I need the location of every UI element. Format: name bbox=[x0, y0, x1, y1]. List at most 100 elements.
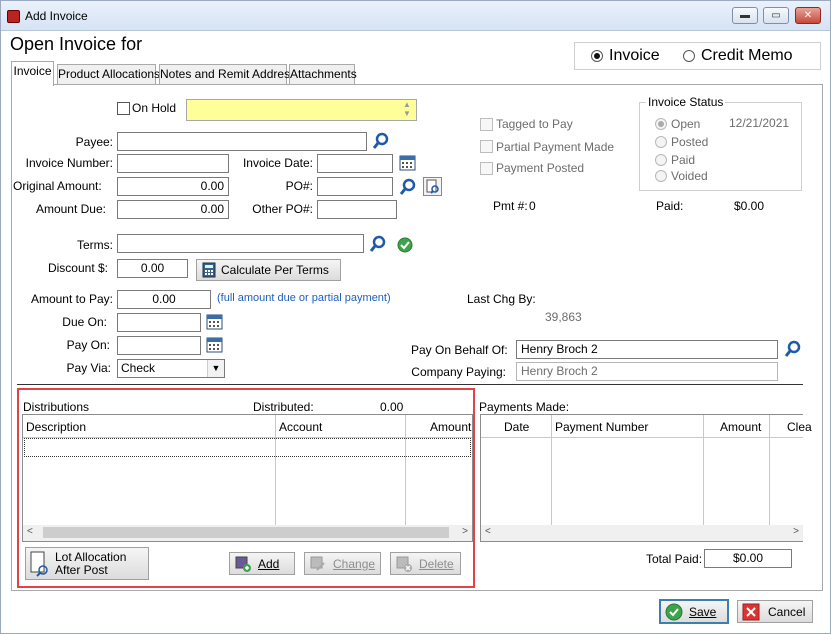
spin-arrows-icon[interactable]: ▲ ▼ bbox=[403, 100, 411, 118]
delete-label: Delete bbox=[419, 556, 454, 571]
original-amount-field[interactable]: 0.00 bbox=[117, 177, 229, 196]
paid-value: $0.00 bbox=[734, 199, 765, 213]
pay-via-value: Check bbox=[121, 361, 156, 375]
scroll-left-icon[interactable]: < bbox=[27, 526, 33, 537]
partial-payment-checkbox[interactable] bbox=[480, 140, 493, 153]
pmt-number-value: 0 bbox=[529, 199, 536, 213]
due-on-label: Due On: bbox=[62, 315, 107, 329]
invoice-radio-label[interactable]: Invoice bbox=[609, 47, 660, 65]
page-title: Open Invoice for bbox=[10, 34, 143, 54]
status-date: 12/21/2021 bbox=[729, 116, 790, 130]
payee-field[interactable] bbox=[117, 132, 367, 151]
total-paid-field[interactable]: $0.00 bbox=[704, 549, 792, 568]
po-lookup-icon[interactable] bbox=[423, 177, 442, 196]
calculate-per-terms-button[interactable]: Calculate Per Terms bbox=[196, 259, 341, 281]
column-payment-amount[interactable]: Amount bbox=[720, 420, 761, 434]
on-hold-checkbox[interactable] bbox=[117, 102, 130, 115]
due-on-calendar-icon[interactable] bbox=[205, 312, 224, 331]
horizontal-scrollbar[interactable]: < > bbox=[23, 525, 472, 541]
terms-field[interactable] bbox=[117, 234, 364, 253]
change-label: Change bbox=[333, 556, 376, 571]
pay-on-behalf-label: Pay On Behalf Of: bbox=[411, 343, 508, 357]
scroll-right-icon[interactable]: > bbox=[793, 526, 799, 537]
tagged-to-pay-label: Tagged to Pay bbox=[496, 117, 573, 131]
pay-on-calendar-icon[interactable] bbox=[205, 335, 224, 354]
status-posted-radio[interactable] bbox=[655, 136, 667, 148]
calendar-icon[interactable] bbox=[398, 153, 417, 172]
pay-on-behalf-field[interactable]: Henry Broch 2 bbox=[516, 340, 778, 359]
payment-posted-checkbox[interactable] bbox=[480, 162, 493, 175]
scroll-left-icon[interactable]: < bbox=[485, 526, 491, 537]
terms-search-icon[interactable] bbox=[368, 234, 387, 253]
invoice-number-field[interactable] bbox=[117, 154, 229, 173]
chevron-down-icon[interactable]: ▼ bbox=[207, 360, 224, 377]
payments-scrollbar[interactable]: < > bbox=[481, 525, 803, 541]
po-search-icon[interactable] bbox=[398, 177, 417, 196]
distributions-grid[interactable]: Description Account Amount < > bbox=[22, 414, 473, 542]
terms-ok-icon[interactable] bbox=[395, 235, 414, 254]
po-label: PO#: bbox=[285, 179, 313, 193]
cancel-icon bbox=[742, 603, 760, 620]
maximize-button[interactable]: ▭ bbox=[763, 7, 789, 24]
change-distribution-button[interactable]: Change bbox=[304, 552, 381, 575]
amount-due-field[interactable]: 0.00 bbox=[117, 200, 229, 219]
tab-notes-remit[interactable]: Notes and Remit Address bbox=[159, 64, 296, 84]
add-distribution-button[interactable]: Add bbox=[229, 552, 295, 575]
hold-note-field[interactable] bbox=[186, 99, 417, 121]
grid-header-line bbox=[481, 437, 803, 438]
calculate-per-terms-label: Calculate Per Terms bbox=[221, 263, 329, 277]
other-po-field[interactable] bbox=[317, 200, 397, 219]
save-button[interactable]: Save bbox=[659, 599, 729, 624]
credit-memo-radio-label[interactable]: Credit Memo bbox=[701, 47, 793, 65]
lot-allocation-button[interactable]: Lot Allocation After Post bbox=[25, 547, 149, 580]
grid-divider bbox=[275, 415, 276, 525]
payments-grid[interactable]: Date Payment Number Amount Clea < > bbox=[480, 414, 812, 542]
cancel-label: Cancel bbox=[768, 604, 806, 619]
invoice-date-field[interactable] bbox=[317, 154, 393, 173]
payments-made-title: Payments Made: bbox=[479, 400, 570, 414]
pay-via-label: Pay Via: bbox=[66, 361, 111, 375]
credit-memo-radio[interactable] bbox=[683, 50, 695, 62]
column-payment-number[interactable]: Payment Number bbox=[555, 420, 648, 434]
close-button[interactable]: ✕ bbox=[795, 7, 821, 24]
column-cleared[interactable]: Clea bbox=[787, 420, 812, 434]
status-open-label: Open bbox=[671, 117, 701, 131]
column-account[interactable]: Account bbox=[279, 420, 322, 434]
scroll-right-icon[interactable]: > bbox=[462, 526, 468, 537]
tab-product-allocations[interactable]: Product Allocations bbox=[57, 64, 160, 84]
column-date[interactable]: Date bbox=[504, 420, 529, 434]
delete-distribution-button[interactable]: Delete bbox=[390, 552, 461, 575]
add-label: Add bbox=[258, 556, 280, 571]
pay-via-select[interactable]: Check ▼ bbox=[117, 359, 225, 378]
document-type-group: Invoice Credit Memo bbox=[574, 42, 821, 70]
discount-field[interactable]: 0.00 bbox=[117, 259, 188, 278]
tagged-to-pay-checkbox[interactable] bbox=[480, 118, 493, 131]
amount-to-pay-field[interactable]: 0.00 bbox=[117, 290, 211, 309]
status-paid-radio[interactable] bbox=[655, 154, 667, 166]
scroll-thumb[interactable] bbox=[43, 527, 449, 538]
add-invoice-window: Add Invoice ▬ ▭ ✕ Open Invoice for Invoi… bbox=[0, 0, 831, 634]
pay-on-field[interactable] bbox=[117, 336, 201, 355]
tab-attachments[interactable]: Attachments bbox=[289, 64, 357, 84]
status-voided-radio[interactable] bbox=[655, 170, 667, 182]
grid-divider bbox=[703, 415, 704, 525]
column-description[interactable]: Description bbox=[26, 420, 86, 434]
status-open-radio[interactable] bbox=[655, 118, 667, 130]
payee-search-icon[interactable] bbox=[371, 131, 390, 150]
due-on-field[interactable] bbox=[117, 313, 201, 332]
other-po-label: Other PO#: bbox=[252, 202, 313, 216]
minimize-button[interactable]: ▬ bbox=[732, 7, 758, 24]
po-field[interactable] bbox=[317, 177, 393, 196]
table-row[interactable] bbox=[24, 438, 471, 457]
total-paid-label: Total Paid: bbox=[646, 552, 703, 566]
column-amount[interactable]: Amount bbox=[430, 420, 471, 434]
cancel-button[interactable]: Cancel bbox=[737, 600, 813, 623]
pay-on-behalf-search-icon[interactable] bbox=[783, 339, 802, 358]
invoice-radio[interactable] bbox=[591, 50, 603, 62]
pay-on-label: Pay On: bbox=[66, 338, 110, 352]
payment-posted-label: Payment Posted bbox=[496, 161, 585, 175]
amount-due-label: Amount Due: bbox=[35, 202, 106, 216]
company-paying-field[interactable]: Henry Broch 2 bbox=[516, 362, 778, 381]
payee-label: Payee: bbox=[75, 135, 113, 149]
tab-invoice[interactable]: Invoice bbox=[11, 61, 54, 86]
